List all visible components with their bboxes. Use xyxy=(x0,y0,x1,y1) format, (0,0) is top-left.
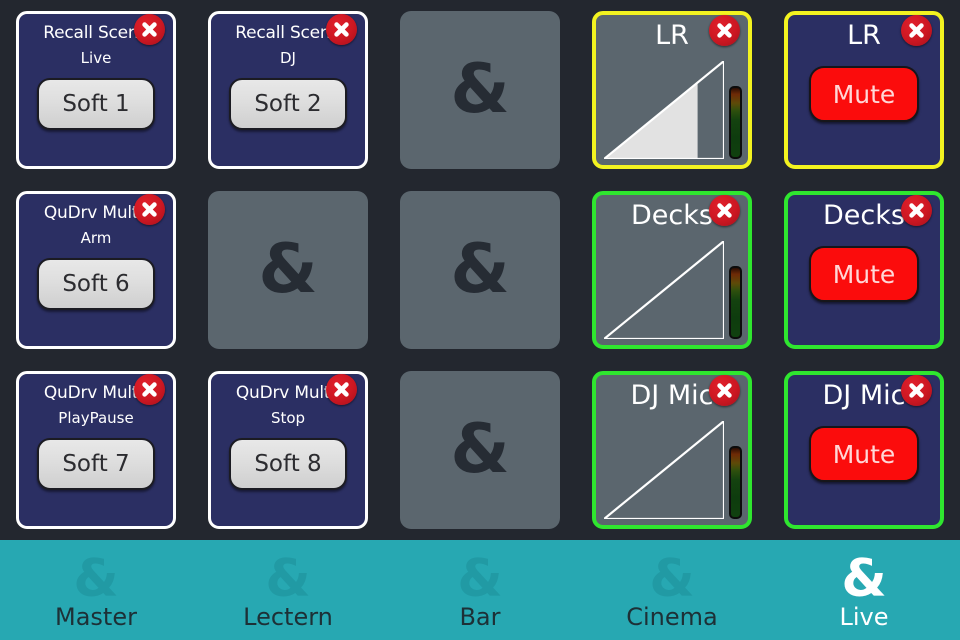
nav-tab-cinema[interactable]: & Cinema xyxy=(576,540,768,640)
mute-button[interactable]: Mute xyxy=(809,426,919,482)
nav-tab-label: Master xyxy=(55,603,137,631)
empty-slot-cell[interactable]: & xyxy=(208,191,368,349)
ampersand-icon: & xyxy=(258,230,318,309)
mute-button[interactable]: Mute xyxy=(809,246,919,302)
softkey-cell[interactable]: Recall Scene Live Soft 1 xyxy=(16,11,176,169)
grid-cell-slot: QuDrv Multi. Arm Soft 6 xyxy=(0,180,192,360)
nav-tab-label: Lectern xyxy=(243,603,333,631)
nav-tab-label: Live xyxy=(839,603,889,631)
grid-cell-slot: QuDrv Multi. Stop Soft 8 xyxy=(192,360,384,540)
softkey-title: Recall Scene xyxy=(235,23,341,43)
softkey-cell[interactable]: QuDrv Multi. Arm Soft 6 xyxy=(16,191,176,349)
softkey-title: Recall Scene xyxy=(43,23,149,43)
fader-body xyxy=(604,421,742,519)
nav-tab-lectern[interactable]: & Lectern xyxy=(192,540,384,640)
fader-body xyxy=(604,241,742,339)
grid-cell-slot: QuDrv Multi. PlayPause Soft 7 xyxy=(0,360,192,540)
close-button[interactable] xyxy=(709,15,740,46)
ampersand-icon: & xyxy=(450,230,510,309)
softkey-button[interactable]: Soft 2 xyxy=(229,78,347,130)
mute-channel-name: DJ Mic xyxy=(822,380,906,411)
grid-cell-slot: & xyxy=(192,180,384,360)
ampersand-icon: & xyxy=(265,549,311,609)
softkey-cell[interactable]: QuDrv Multi. Stop Soft 8 xyxy=(208,371,368,529)
app-root: Recall Scene Live Soft 1 Recall Scene DJ Soft… xyxy=(0,0,960,640)
close-button[interactable] xyxy=(901,15,932,46)
grid-cell-slot: Recall Scene DJ Soft 2 xyxy=(192,0,384,180)
bottom-navigation-bar: & Master & Lectern & Bar & Cinema & Live xyxy=(0,540,960,640)
fader-level-triangle[interactable] xyxy=(604,241,724,339)
mute-cell[interactable]: DJ Mic Mute xyxy=(784,371,944,529)
nav-tab-live[interactable]: & Live xyxy=(768,540,960,640)
fader-cell[interactable]: LR xyxy=(592,11,752,169)
close-button[interactable] xyxy=(134,14,165,45)
close-button[interactable] xyxy=(134,374,165,405)
grid-cell-slot: DJ Mic Mute xyxy=(768,360,960,540)
softkey-subtitle: Live xyxy=(80,49,112,67)
ampersand-icon: & xyxy=(841,549,887,609)
softkey-title: QuDrv Multi. xyxy=(43,383,149,403)
close-button[interactable] xyxy=(709,375,740,406)
mute-channel-name: Decks xyxy=(823,200,905,231)
fader-cell[interactable]: DJ Mic xyxy=(592,371,752,529)
softkey-subtitle: Arm xyxy=(80,229,112,247)
nav-tab-bar[interactable]: & Bar xyxy=(384,540,576,640)
mute-cell[interactable]: LR Mute xyxy=(784,11,944,169)
close-button[interactable] xyxy=(901,195,932,226)
grid-cell-slot: & xyxy=(384,0,576,180)
grid-cell-slot: & xyxy=(384,180,576,360)
ampersand-icon: & xyxy=(450,50,510,129)
grid-cell-slot: Decks Mute xyxy=(768,180,960,360)
grid-cell-slot: Decks xyxy=(576,180,768,360)
empty-slot-cell[interactable]: & xyxy=(400,11,560,169)
ampersand-icon: & xyxy=(73,549,119,609)
nav-tab-label: Bar xyxy=(459,603,501,631)
softkey-button[interactable]: Soft 7 xyxy=(37,438,155,490)
level-meter xyxy=(729,446,742,519)
softkey-button[interactable]: Soft 1 xyxy=(37,78,155,130)
empty-slot-cell[interactable]: & xyxy=(400,371,560,529)
grid-cell-slot: DJ Mic xyxy=(576,360,768,540)
fader-channel-name: Decks xyxy=(631,200,713,231)
softkey-cell[interactable]: Recall Scene DJ Soft 2 xyxy=(208,11,368,169)
fader-body xyxy=(604,61,742,159)
mute-button[interactable]: Mute xyxy=(809,66,919,122)
grid-cell-slot: LR Mute xyxy=(768,0,960,180)
fader-level-triangle[interactable] xyxy=(604,421,724,519)
close-button[interactable] xyxy=(134,194,165,225)
softkey-subtitle: PlayPause xyxy=(58,409,134,427)
nav-tab-label: Cinema xyxy=(626,603,718,631)
grid-cell-slot: LR xyxy=(576,0,768,180)
softkey-title: QuDrv Multi. xyxy=(235,383,341,403)
level-meter xyxy=(729,266,742,339)
softkey-subtitle: Stop xyxy=(270,409,306,427)
fader-level-triangle[interactable] xyxy=(604,61,724,159)
grid-cell-slot: & xyxy=(384,360,576,540)
close-button[interactable] xyxy=(326,374,357,405)
softkey-cell[interactable]: QuDrv Multi. PlayPause Soft 7 xyxy=(16,371,176,529)
softkey-button[interactable]: Soft 6 xyxy=(37,258,155,310)
fader-cell[interactable]: Decks xyxy=(592,191,752,349)
fader-channel-name: LR xyxy=(655,20,689,51)
close-button[interactable] xyxy=(709,195,740,226)
fader-channel-name: DJ Mic xyxy=(630,380,714,411)
softkey-title: QuDrv Multi. xyxy=(43,203,149,223)
softkey-subtitle: DJ xyxy=(280,49,296,67)
softkey-button[interactable]: Soft 8 xyxy=(229,438,347,490)
ampersand-icon: & xyxy=(457,549,503,609)
empty-slot-cell[interactable]: & xyxy=(400,191,560,349)
ampersand-icon: & xyxy=(450,410,510,489)
level-meter xyxy=(729,86,742,159)
close-button[interactable] xyxy=(326,14,357,45)
close-button[interactable] xyxy=(901,375,932,406)
mute-channel-name: LR xyxy=(847,20,881,51)
mute-cell[interactable]: Decks Mute xyxy=(784,191,944,349)
control-grid: Recall Scene Live Soft 1 Recall Scene DJ Soft… xyxy=(0,0,960,540)
nav-tab-master[interactable]: & Master xyxy=(0,540,192,640)
grid-cell-slot: Recall Scene Live Soft 1 xyxy=(0,0,192,180)
ampersand-icon: & xyxy=(649,549,695,609)
